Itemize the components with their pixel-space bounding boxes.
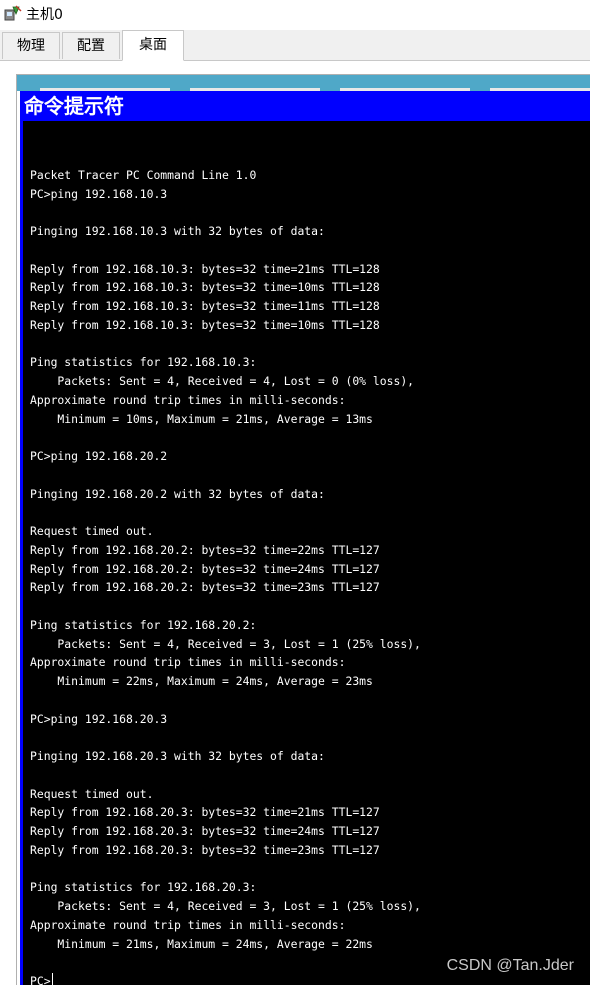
terminal-line: Reply from 192.168.20.3: bytes=32 time=2…	[30, 805, 380, 820]
packet-tracer-host-icon	[4, 5, 22, 23]
terminal-line: Pinging 192.168.20.3 with 32 bytes of da…	[30, 749, 325, 763]
command-prompt-window[interactable]: 命令提示符 Packet Tracer PC Command Line 1.0 P…	[20, 91, 590, 985]
terminal-line: Approximate round trip times in milli-se…	[30, 917, 346, 932]
terminal-line: Minimum = 21ms, Maximum = 24ms, Average …	[30, 936, 373, 951]
terminal-line: Reply from 192.168.10.3: bytes=32 time=2…	[30, 261, 380, 276]
window-titlebar: 主机0	[0, 0, 590, 30]
terminal-line: Minimum = 10ms, Maximum = 21ms, Average …	[30, 411, 373, 426]
terminal-line: Packets: Sent = 4, Received = 3, Lost = …	[30, 636, 421, 651]
tab-config[interactable]: 配置	[62, 32, 120, 59]
terminal-line: Reply from 192.168.20.3: bytes=32 time=2…	[30, 842, 380, 857]
terminal-line: Packets: Sent = 4, Received = 4, Lost = …	[30, 374, 415, 388]
tab-desktop[interactable]: 桌面	[122, 30, 184, 61]
tab-physical[interactable]: 物理	[2, 32, 60, 59]
terminal-line: Request timed out.	[30, 786, 154, 801]
command-prompt-line[interactable]: PC>	[30, 972, 421, 985]
terminal-line: Minimum = 22ms, Maximum = 24ms, Average …	[30, 674, 373, 688]
terminal-line: Reply from 192.168.20.2: bytes=32 time=2…	[30, 542, 380, 557]
window-title: 主机0	[26, 7, 63, 23]
terminal-line: Approximate round trip times in milli-se…	[30, 392, 346, 407]
terminal-line: Request timed out.	[30, 524, 154, 538]
terminal-line: Reply from 192.168.10.3: bytes=32 time=1…	[30, 317, 380, 332]
terminal-line: Ping statistics for 192.168.20.3:	[30, 880, 257, 895]
prompt-text: PC>	[30, 974, 51, 985]
terminal-area[interactable]: Packet Tracer PC Command Line 1.0 PC>ping…	[23, 121, 590, 985]
terminal-output: Packet Tracer PC Command Line 1.0 PC>ping…	[30, 147, 421, 985]
terminal-line: PC>ping 192.168.20.3	[30, 711, 168, 726]
tab-bar: 物理 配置 桌面	[0, 30, 590, 61]
terminal-line: Ping statistics for 192.168.20.2:	[30, 617, 257, 632]
terminal-line: Reply from 192.168.20.3: bytes=32 time=2…	[30, 824, 380, 838]
text-cursor	[51, 973, 53, 985]
terminal-line: Packets: Sent = 4, Received = 3, Lost = …	[30, 899, 421, 913]
terminal-line: Ping statistics for 192.168.10.3:	[30, 355, 257, 370]
terminal-line: Reply from 192.168.10.3: bytes=32 time=1…	[30, 299, 380, 313]
terminal-line: Reply from 192.168.20.2: bytes=32 time=2…	[30, 561, 380, 576]
command-prompt-title: 命令提示符	[24, 94, 124, 118]
terminal-line: Reply from 192.168.20.2: bytes=32 time=2…	[30, 580, 380, 595]
terminal-line: Pinging 192.168.10.3 with 32 bytes of da…	[30, 224, 325, 238]
terminal-line: PC>ping 192.168.20.2	[30, 449, 168, 463]
terminal-line: Packet Tracer PC Command Line 1.0	[30, 167, 257, 182]
terminal-line: Pinging 192.168.20.2 with 32 bytes of da…	[30, 486, 325, 501]
terminal-line: Reply from 192.168.10.3: bytes=32 time=1…	[30, 280, 380, 295]
terminal-line: PC>ping 192.168.10.3	[30, 186, 168, 201]
command-prompt-titlebar[interactable]: 命令提示符	[20, 91, 590, 121]
terminal-line: Approximate round trip times in milli-se…	[30, 655, 346, 670]
watermark: CSDN @Tan.Jder	[446, 957, 574, 974]
